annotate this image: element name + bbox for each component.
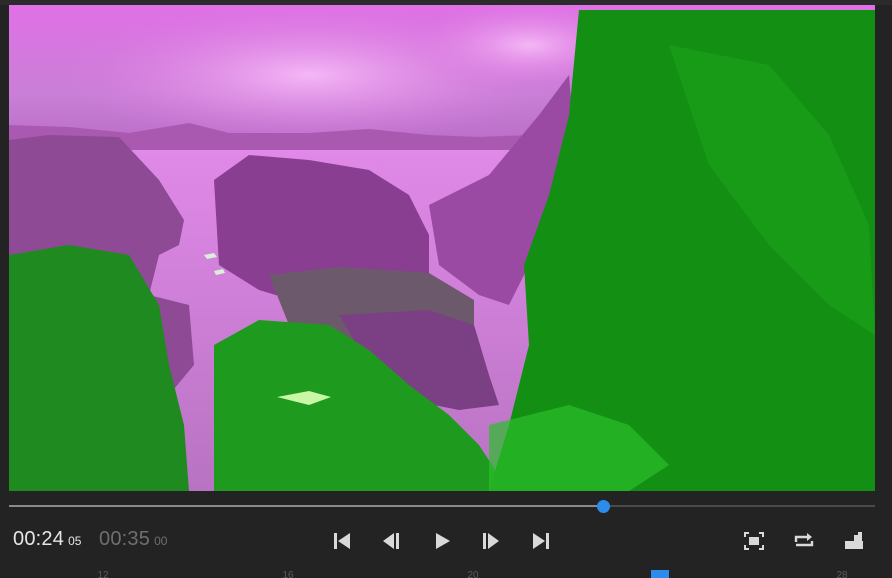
go-to-start-button[interactable]: [330, 529, 354, 553]
loop-button[interactable]: [792, 529, 816, 553]
step-forward-icon: [483, 533, 499, 549]
skip-to-end-icon: [533, 533, 549, 549]
current-time: 00:24: [13, 528, 65, 550]
duration-time: 00:35: [99, 528, 151, 550]
timeline-scrubber[interactable]: [9, 500, 875, 513]
video-frame[interactable]: [9, 5, 875, 491]
ruler-label: 12: [97, 570, 109, 578]
step-forward-button[interactable]: [479, 529, 503, 553]
play-icon: [436, 533, 450, 549]
playhead-handle[interactable]: [597, 500, 610, 513]
safe-margins-button[interactable]: [742, 529, 766, 553]
go-to-end-button[interactable]: [529, 529, 553, 553]
safe-margins-icon: [744, 532, 764, 550]
export-frame-icon: [845, 532, 863, 549]
loop-icon: [794, 533, 814, 547]
duration-frames: 00: [154, 534, 168, 548]
ruler-label: 28: [836, 570, 848, 578]
skip-to-start-icon: [334, 533, 350, 549]
current-frames: 05: [68, 534, 82, 548]
play-button[interactable]: [430, 529, 454, 553]
video-image: [9, 5, 875, 491]
duration-timecode: 00:35 00: [99, 528, 167, 551]
scrubber-progress: [9, 505, 603, 507]
ruler-label: 16: [282, 570, 294, 578]
ruler-playhead-marker[interactable]: [651, 570, 669, 578]
export-frame-button[interactable]: [842, 529, 866, 553]
ruler-label: 20: [467, 570, 479, 578]
step-back-button[interactable]: [380, 529, 404, 553]
current-timecode[interactable]: 00:24 05: [13, 528, 81, 551]
step-back-icon: [383, 533, 399, 549]
timeline-ruler[interactable]: 12 16 20 28: [0, 568, 892, 578]
video-player: 00:24 05 00:35 00 12 16 20 28: [0, 0, 892, 578]
